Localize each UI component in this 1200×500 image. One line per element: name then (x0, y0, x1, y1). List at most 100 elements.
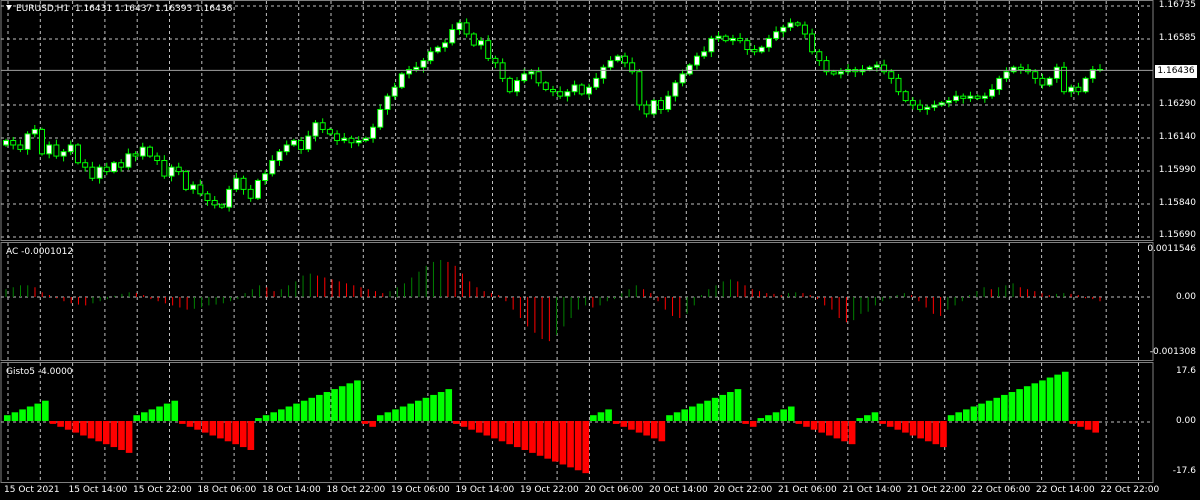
gisto-bar (148, 409, 156, 421)
gisto-bar (300, 400, 308, 421)
gisto-bar (582, 421, 590, 474)
candle-body (283, 144, 290, 153)
gisto-bar (947, 415, 955, 421)
gisto-bar (369, 421, 376, 427)
time-axis-label: 21 Oct 14:00 (842, 485, 902, 495)
candle-body (873, 64, 880, 68)
candle-body (578, 84, 585, 95)
candle-body (758, 46, 765, 53)
gisto-scale-label: 17.6 (1175, 366, 1196, 376)
candle-body (420, 60, 427, 68)
gisto-bar (255, 418, 262, 421)
time-axis-label: 20 Oct 06:00 (584, 485, 644, 495)
gisto-bar (780, 409, 787, 421)
gisto-bar (278, 409, 285, 421)
candle-body (240, 177, 247, 190)
gisto-bar (491, 421, 498, 439)
time-axis-label: 18 Oct 14:00 (262, 485, 321, 495)
gisto-bar (787, 406, 795, 421)
candle-body (110, 162, 117, 173)
candle-body (643, 104, 650, 115)
candle-body (981, 95, 988, 99)
gisto-bar (87, 421, 95, 439)
gisto-bar (209, 421, 217, 436)
gisto-bar (635, 421, 643, 433)
candle-body (773, 31, 780, 39)
gisto-bar (179, 421, 186, 424)
collapse-triangle-icon[interactable] (6, 5, 12, 10)
price-label: 1.15990 (1158, 165, 1196, 175)
candle-body (938, 102, 945, 106)
gisto-bar (574, 421, 582, 471)
price-label: 1.15840 (1158, 198, 1196, 208)
gisto-bar (963, 409, 970, 421)
gisto-bar (765, 415, 772, 421)
candle-body (787, 22, 794, 28)
gisto-bar (293, 403, 300, 421)
gisto-bar (57, 421, 64, 427)
time-axis-label: 21 Oct 22:00 (907, 485, 966, 495)
candle-body (362, 137, 369, 142)
gisto-bar (316, 394, 323, 421)
candle-body (341, 137, 348, 142)
gisto-bar (26, 406, 34, 421)
gisto-bar (506, 421, 513, 445)
candle-body (31, 128, 38, 135)
gisto-bar (102, 421, 110, 445)
candle-body (190, 184, 197, 190)
candle-body (945, 100, 952, 104)
gisto-panel-title: Gisto5 -4.0000 (6, 367, 73, 377)
candle-body (154, 155, 161, 162)
candle-body (614, 55, 621, 62)
price-label: 1.15690 (1158, 230, 1196, 240)
time-axis-label: 22 Oct 22:00 (1100, 485, 1160, 495)
gisto-bar (437, 392, 445, 421)
candle-body (384, 95, 391, 110)
gisto-bar (194, 421, 201, 430)
current-price-tag: 1.16436 (1155, 65, 1197, 78)
chart-canvas[interactable] (0, 0, 1200, 500)
candle-body (290, 140, 297, 146)
candle-body (197, 184, 204, 195)
ac-scale-label: -0.001308 (1149, 347, 1196, 357)
gisto-bar (993, 397, 1001, 421)
time-axis-label: 15 Oct 14:00 (68, 485, 128, 495)
gisto-bar (810, 421, 818, 430)
candle-body (305, 135, 312, 150)
gisto-bar (156, 406, 163, 421)
gisto-bar (1008, 392, 1016, 421)
gisto-bar (886, 421, 894, 427)
symbol-header[interactable]: EURUSD,H1 1.16431 1.16437 1.16393 1.1643… (6, 4, 232, 15)
symbol-timeframe: EURUSD,H1 (16, 4, 70, 14)
ohlc-values: 1.16431 1.16437 1.16393 1.16436 (74, 4, 233, 14)
candle-body (621, 55, 628, 64)
price-label: 1.16140 (1158, 132, 1196, 142)
gisto-bar (841, 421, 848, 442)
gisto-bar (163, 403, 171, 421)
candle-body (74, 144, 81, 164)
time-axis-label: 18 Oct 06:00 (197, 485, 257, 495)
price-label: 1.16290 (1158, 99, 1196, 109)
gisto-bar (772, 412, 780, 421)
candle-body (924, 106, 931, 110)
candle-body (1046, 77, 1053, 86)
candle-body (967, 95, 974, 99)
candle-body (463, 22, 470, 35)
gisto-bar (1077, 421, 1084, 427)
gisto-bar (955, 412, 962, 421)
gisto-bar (985, 400, 993, 421)
candle-body (953, 95, 960, 102)
candle-body (182, 171, 189, 190)
gisto-bar (392, 409, 399, 421)
candle-body (1003, 71, 1010, 79)
gisto-bar (483, 421, 491, 436)
candle-body (226, 188, 233, 208)
gisto-bar (513, 421, 521, 448)
gisto-bar (224, 421, 232, 442)
candle-body (837, 71, 844, 75)
candle-body (89, 166, 96, 179)
gisto-bar (879, 421, 886, 424)
gisto-bar (932, 421, 940, 445)
candle-body (132, 153, 139, 157)
gisto-bar (118, 421, 125, 450)
